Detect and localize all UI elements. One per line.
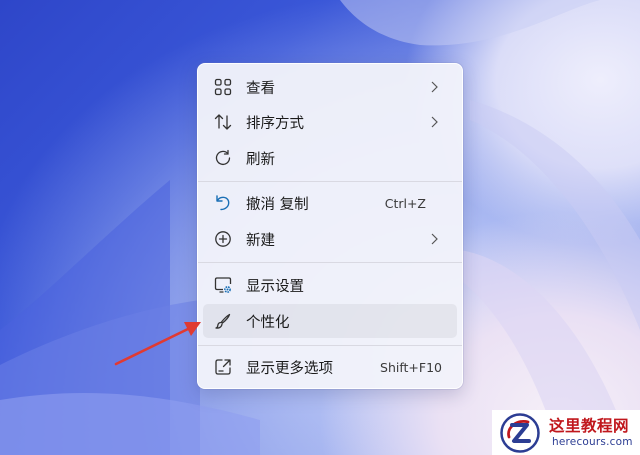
watermark-title: 这里教程网 — [549, 416, 630, 435]
watermark-subtitle: herecours.com — [552, 436, 633, 448]
watermark-badge-icon — [500, 413, 540, 453]
watermark-logo: 这里教程网 herecours.com — [492, 410, 640, 455]
annotation-arrow — [114, 322, 201, 366]
